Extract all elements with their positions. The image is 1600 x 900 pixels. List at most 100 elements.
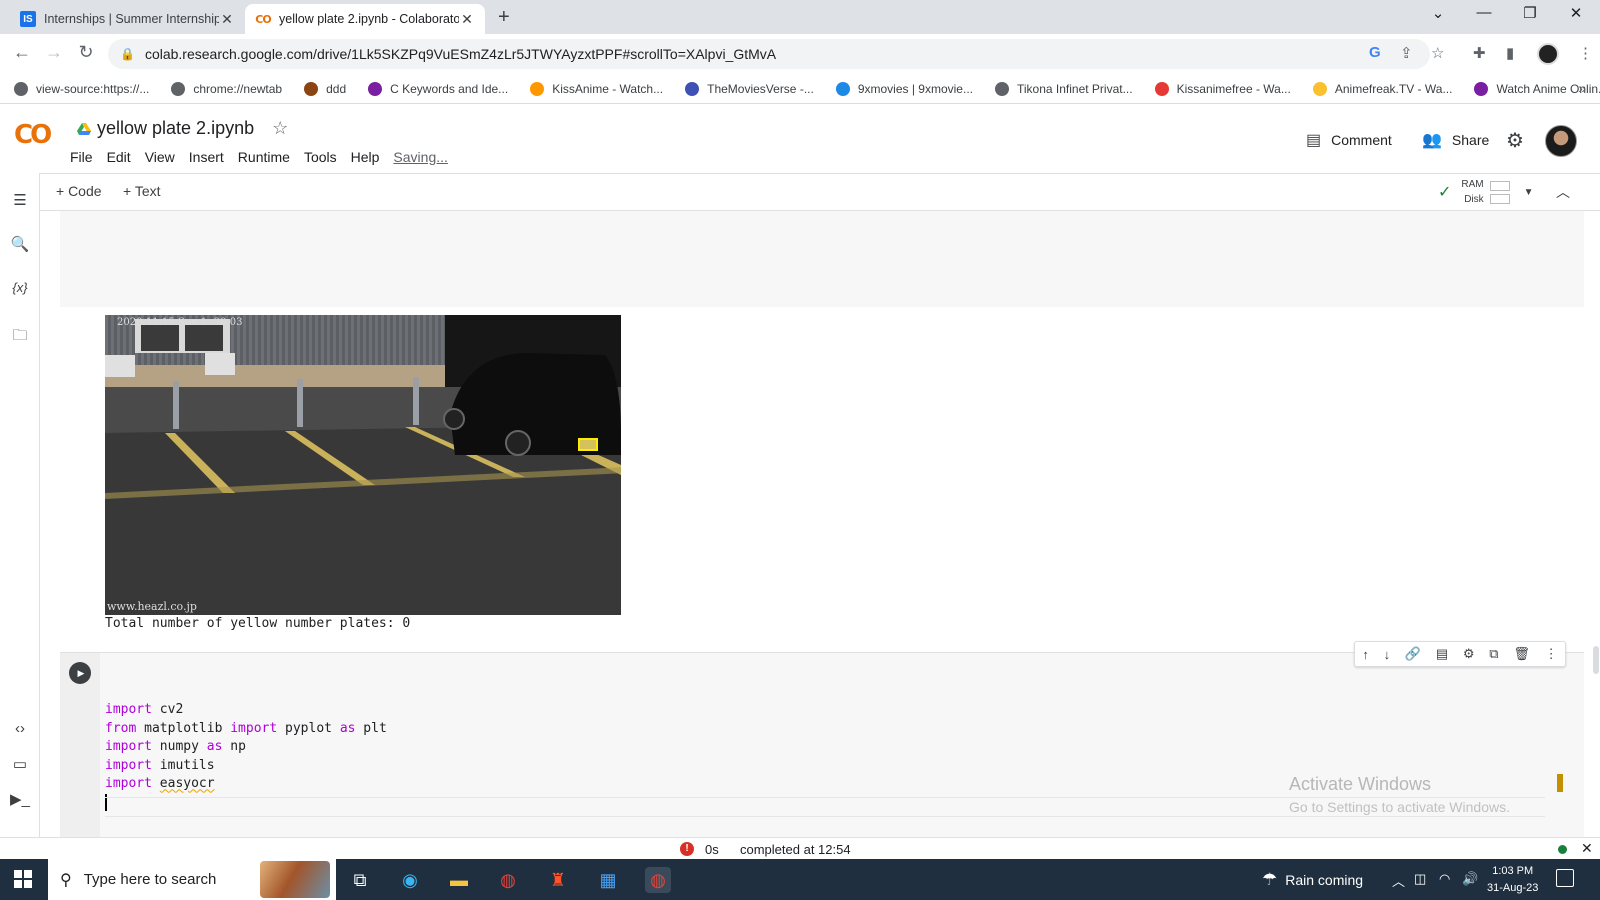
- share-button[interactable]: 👥 Share: [1422, 130, 1489, 150]
- taskbar-search[interactable]: ⚲ Type here to search: [48, 859, 336, 900]
- bookmark-item[interactable]: KissAnime - Watch...: [530, 81, 664, 96]
- terminal-icon[interactable]: ▶_: [10, 790, 30, 808]
- more-icon[interactable]: ⋮: [1545, 646, 1558, 662]
- weather-widget[interactable]: ☂ Rain coming: [1262, 870, 1363, 890]
- chrome-icon[interactable]: ◍: [495, 867, 521, 893]
- minimize-icon[interactable]: —: [1464, 4, 1504, 21]
- bookmark-label: view-source:https://...: [36, 81, 150, 96]
- activate-windows-title: Activate Windows: [1289, 774, 1432, 794]
- menu-view[interactable]: View: [145, 149, 175, 165]
- edge-icon[interactable]: ◉: [397, 867, 423, 893]
- table-of-contents-icon[interactable]: ☰: [10, 191, 30, 209]
- meet-icon[interactable]: ◫: [1414, 871, 1426, 887]
- code-token: imutils: [151, 757, 215, 773]
- move-up-icon[interactable]: ↑: [1362, 647, 1369, 662]
- collapse-header-icon[interactable]: ︿: [1556, 182, 1570, 202]
- menu-file[interactable]: File: [70, 149, 93, 165]
- url-text: colab.research.google.com/drive/1Lk5SKZP…: [144, 46, 777, 62]
- delete-icon[interactable]: 🗑: [1513, 646, 1530, 662]
- folder-icon[interactable]: 🗀: [10, 325, 30, 350]
- bookmark-star-icon[interactable]: ☆: [1431, 44, 1444, 62]
- taskbar-clock[interactable]: 1:03 PM 31-Aug-23: [1487, 863, 1538, 897]
- variables-icon[interactable]: {x}: [10, 280, 30, 295]
- store-icon[interactable]: ▦: [595, 867, 621, 893]
- extensions-icon[interactable]: ✚: [1473, 44, 1486, 62]
- address-bar[interactable]: 🔒 colab.research.google.com/drive/1Lk5SK…: [108, 39, 1430, 69]
- bookmark-label: Kissanimefree - Wa...: [1176, 81, 1291, 96]
- bookmark-item[interactable]: Kissanimefree - Wa...: [1154, 81, 1291, 96]
- reload-icon[interactable]: ↻: [74, 42, 98, 63]
- settings-gear-icon[interactable]: ⚙: [1506, 128, 1524, 153]
- restore-icon[interactable]: ❐: [1510, 4, 1550, 22]
- menu-tools[interactable]: Tools: [304, 149, 337, 165]
- brave-icon[interactable]: ♜: [545, 867, 571, 893]
- chrome-profile-avatar[interactable]: [1537, 43, 1559, 65]
- close-tab-icon[interactable]: ✕: [219, 11, 235, 28]
- bookmark-item[interactable]: view-source:https://...: [14, 81, 150, 96]
- menu-runtime[interactable]: Runtime: [238, 149, 290, 165]
- colab-logo[interactable]: CO: [14, 120, 52, 150]
- status-message[interactable]: completed at 12:54: [740, 842, 851, 857]
- tab-internships[interactable]: IS Internships | Summer Internship 2 ✕: [10, 4, 245, 34]
- bookmark-label: KissAnime - Watch...: [552, 81, 664, 96]
- resource-monitor[interactable]: ✓ RAM Disk ▼: [1438, 177, 1534, 207]
- notebook-title[interactable]: yellow plate 2.ipynb: [97, 118, 254, 139]
- close-window-icon[interactable]: ✕: [1556, 4, 1596, 22]
- more-bookmarks-icon[interactable]: »: [1578, 80, 1586, 96]
- close-status-icon[interactable]: ✕: [1581, 840, 1593, 857]
- add-text-button[interactable]: + Text: [123, 183, 161, 199]
- code-keyword: from: [105, 720, 137, 736]
- code-snippets-icon[interactable]: ‹›: [10, 720, 30, 737]
- bookmark-item[interactable]: C Keywords and Ide...: [368, 81, 508, 96]
- menu-help[interactable]: Help: [351, 149, 380, 165]
- code-cell[interactable]: ▶ ↑ ↓ 🔗 ▤ ⚙ ⧉ 🗑 ⋮ import cv2 from matplot…: [60, 641, 1584, 837]
- avatar[interactable]: [1545, 125, 1577, 157]
- menu-insert[interactable]: Insert: [189, 149, 224, 165]
- wifi-icon[interactable]: ◠: [1439, 871, 1450, 887]
- bookmark-item[interactable]: TheMoviesVerse -...: [685, 81, 814, 96]
- code-editor[interactable]: import cv2 from matplotlib import pyplot …: [105, 701, 387, 813]
- scrollbar-thumb[interactable]: [1593, 646, 1599, 674]
- star-icon[interactable]: ☆: [272, 118, 288, 139]
- share-page-icon[interactable]: ⇪: [1400, 44, 1413, 62]
- tab-search-icon[interactable]: ⌄: [1418, 4, 1458, 22]
- code-token: plt: [355, 720, 387, 736]
- back-icon[interactable]: ←: [10, 42, 34, 63]
- runtime-dropdown-icon[interactable]: ▼: [1524, 187, 1534, 198]
- new-tab-icon[interactable]: +: [498, 6, 510, 29]
- tab-colab[interactable]: CO yellow plate 2.ipynb - Colaborato ✕: [245, 4, 485, 34]
- bookmark-item[interactable]: Tikona Infinet Privat...: [994, 81, 1133, 96]
- volume-icon[interactable]: 🔊: [1462, 871, 1478, 887]
- google-icon[interactable]: G: [1369, 44, 1381, 61]
- code-keyword: import: [105, 757, 152, 773]
- side-panel-icon[interactable]: ▮: [1506, 44, 1514, 62]
- close-tab-icon[interactable]: ✕: [459, 11, 475, 28]
- comment-button[interactable]: ▤ Comment: [1306, 130, 1392, 150]
- bookmark-item[interactable]: Animefreak.TV - Wa...: [1312, 81, 1452, 96]
- notifications-icon[interactable]: [1556, 869, 1574, 887]
- add-code-button[interactable]: + Code: [56, 183, 102, 199]
- show-hidden-icons[interactable]: ︿: [1392, 871, 1405, 890]
- bookmark-item[interactable]: 9xmovies | 9xmovie...: [835, 81, 973, 96]
- task-view-icon[interactable]: ⧉: [347, 867, 373, 893]
- chrome-menu-icon[interactable]: ⋮: [1578, 44, 1593, 62]
- menu-edit[interactable]: Edit: [107, 149, 131, 165]
- command-palette-icon[interactable]: ▭: [10, 755, 30, 773]
- search-icon[interactable]: 🔍: [10, 235, 30, 253]
- connection-status-dot: [1558, 845, 1567, 854]
- error-icon[interactable]: !: [680, 842, 694, 856]
- link-icon[interactable]: 🔗: [1405, 646, 1421, 662]
- save-status[interactable]: Saving...: [393, 149, 447, 165]
- windows-start-icon[interactable]: [14, 870, 32, 888]
- bookmark-item[interactable]: ddd: [304, 81, 346, 96]
- forward-icon[interactable]: →: [42, 42, 66, 63]
- move-down-icon[interactable]: ↓: [1384, 647, 1391, 662]
- bookmark-item[interactable]: chrome://newtab: [171, 81, 282, 96]
- comment-icon[interactable]: ▤: [1436, 646, 1448, 662]
- cell-settings-icon[interactable]: ⚙: [1463, 646, 1475, 662]
- file-explorer-icon[interactable]: ▬: [446, 867, 472, 893]
- activate-windows-subtitle: Go to Settings to activate Windows.: [1289, 799, 1510, 815]
- mirror-cell-icon[interactable]: ⧉: [1489, 646, 1498, 662]
- run-cell-button[interactable]: ▶: [69, 662, 91, 684]
- chrome-active-icon[interactable]: ◍: [645, 867, 671, 893]
